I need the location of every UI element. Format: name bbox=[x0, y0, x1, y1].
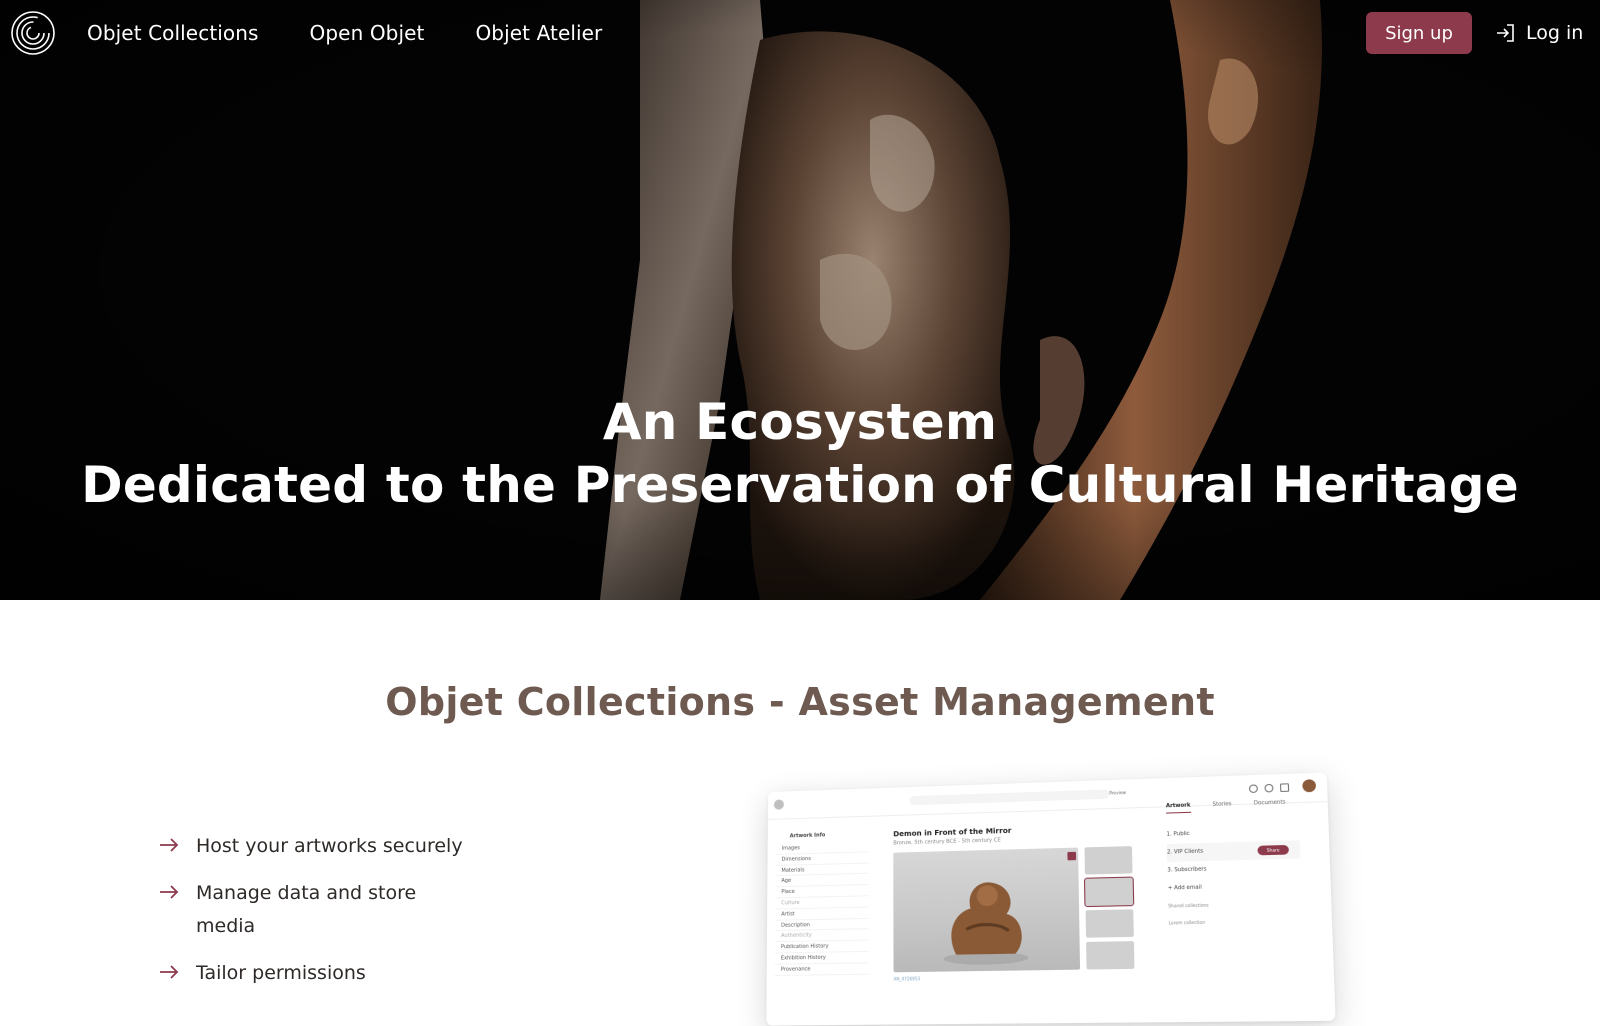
mockup-thumbnail bbox=[1086, 941, 1135, 970]
mockup-grid-icon bbox=[1279, 783, 1290, 793]
mockup-collection-name: Lorem collection bbox=[1168, 919, 1206, 926]
hero-title: An Ecosystem Dedicated to the Preservati… bbox=[0, 392, 1600, 518]
feature-list: Host your artworks securely Manage data … bbox=[158, 830, 498, 1004]
app-mockup-screenshot: Preview Artwork Info Images Dimensions M… bbox=[620, 772, 1336, 1026]
nav-objet-atelier[interactable]: Objet Atelier bbox=[475, 21, 602, 45]
hero-banner: Objet Collections Open Objet Objet Ateli… bbox=[0, 0, 1600, 600]
section-title: Objet Collections - Asset Management bbox=[385, 680, 1215, 724]
mockup-permission-item: + Add email bbox=[1167, 884, 1202, 892]
mockup-preview-label: Preview bbox=[1109, 789, 1127, 796]
nav-open-objet[interactable]: Open Objet bbox=[310, 21, 425, 45]
mockup-tab-documents: Documents bbox=[1253, 799, 1286, 807]
list-item: Tailor permissions bbox=[158, 957, 498, 990]
nav-links: Objet Collections Open Objet Objet Ateli… bbox=[87, 0, 653, 66]
app-mockup-window: Preview Artwork Info Images Dimensions M… bbox=[766, 772, 1336, 1026]
nav-objet-collections[interactable]: Objet Collections bbox=[87, 21, 259, 45]
log-in-link[interactable]: Log in bbox=[1494, 12, 1583, 54]
log-in-label: Log in bbox=[1526, 22, 1584, 44]
mockup-thumbnail bbox=[1085, 909, 1134, 938]
hero-title-line1: An Ecosystem bbox=[602, 393, 998, 451]
mockup-tab-artwork: Artwork bbox=[1165, 802, 1191, 814]
mockup-thumbnail bbox=[1084, 846, 1133, 875]
arrow-right-icon bbox=[160, 965, 179, 979]
mockup-check-icon bbox=[1248, 784, 1258, 794]
mockup-avatar bbox=[1302, 779, 1317, 793]
mockup-topbar: Preview bbox=[767, 772, 1328, 820]
mockup-back-icon bbox=[773, 799, 784, 810]
feature-text: Host your artworks securely bbox=[196, 835, 463, 857]
mockup-tab-stories: Stories bbox=[1212, 801, 1232, 808]
list-item: Host your artworks securely bbox=[158, 830, 498, 863]
feature-text: Tailor permissions bbox=[196, 962, 366, 984]
login-arrow-icon bbox=[1497, 24, 1514, 42]
objet-logo-icon[interactable] bbox=[10, 10, 56, 56]
list-item: Manage data and store media bbox=[158, 877, 498, 943]
mockup-bell-icon bbox=[1264, 783, 1274, 793]
mockup-search-bar bbox=[909, 789, 1110, 806]
hero-title-line2: Dedicated to the Preservation of Cultura… bbox=[81, 456, 1519, 514]
sign-up-button[interactable]: Sign up bbox=[1366, 12, 1472, 54]
mockup-share-badge: Share bbox=[1257, 844, 1290, 856]
top-navigation: Objet Collections Open Objet Objet Ateli… bbox=[0, 0, 1600, 66]
mockup-sidebar: Artwork Info Images Dimensions Materials… bbox=[774, 827, 869, 976]
mockup-permission-label: 2. VIP Clients bbox=[1166, 848, 1204, 856]
mockup-permissions-panel: 1. Public 2. VIP Clients Share 3. Subscr… bbox=[1166, 822, 1302, 932]
arrow-right-icon bbox=[160, 885, 179, 899]
mockup-netsuke-image bbox=[943, 881, 1029, 966]
mockup-sidebar-item: Provenance bbox=[774, 963, 869, 976]
mockup-artwork-photo bbox=[893, 847, 1081, 973]
mockup-thumbnail bbox=[1083, 876, 1135, 908]
mockup-artwork-id: AN_0726953 bbox=[893, 976, 921, 982]
arrow-right-icon bbox=[160, 838, 179, 852]
mockup-selected-check-icon bbox=[1067, 851, 1077, 861]
feature-text: Manage data and store media bbox=[196, 882, 417, 937]
mockup-artwork-subtitle: Bronze, 5th century BCE - 5th century CE bbox=[893, 837, 1001, 847]
